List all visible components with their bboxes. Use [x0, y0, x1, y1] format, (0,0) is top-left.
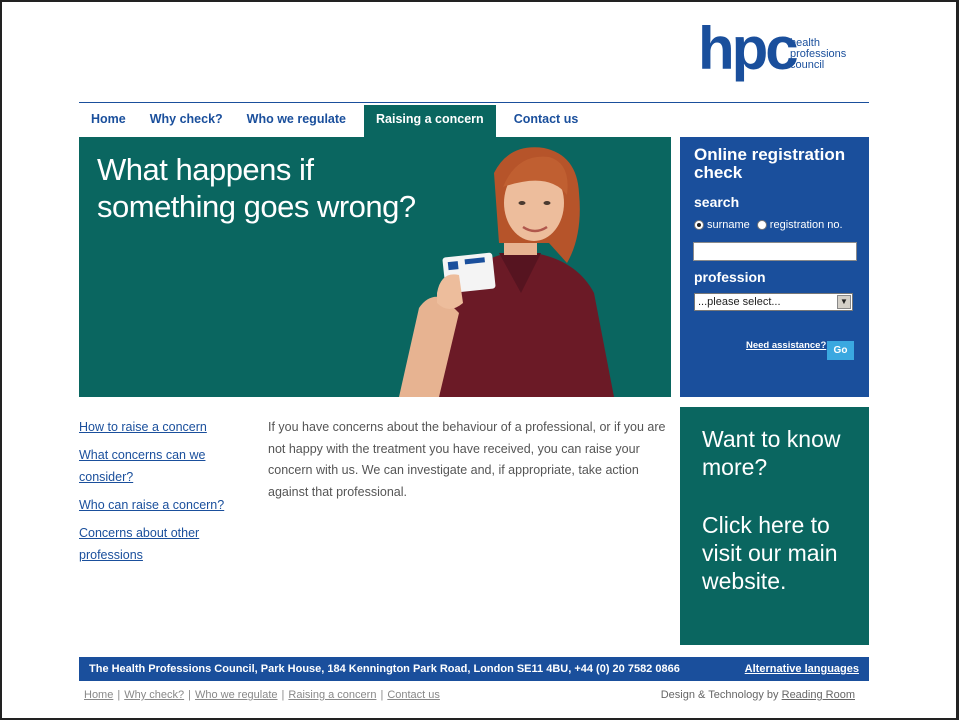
tab-contact-us[interactable]: Contact us — [502, 105, 591, 137]
logo-line-3: council — [790, 59, 825, 71]
profession-label: profession — [694, 269, 766, 285]
profession-select[interactable]: ...please select... ▼ — [694, 293, 853, 311]
search-label: search — [694, 194, 740, 210]
design-credit: Design & Technology by Reading Room — [661, 689, 855, 701]
profession-selected-value: ...please select... — [698, 296, 781, 308]
tab-home[interactable]: Home — [79, 105, 138, 137]
main-website-promo[interactable]: Want to know more? Click here to visit o… — [680, 407, 869, 645]
logo-mark: hpc — [698, 15, 799, 82]
link-who-can-raise[interactable]: Who can raise a concern? — [79, 494, 249, 516]
promo-line-2: Click here to visit our main website. — [702, 512, 838, 594]
hero-line-1: What happens if — [97, 152, 314, 187]
surname-radio-label: surname — [707, 219, 750, 231]
search-input[interactable] — [693, 242, 857, 261]
side-links: How to raise a concern What concerns can… — [79, 416, 249, 572]
footer-link-who-we-regulate[interactable]: Who we regulate — [191, 689, 282, 701]
reading-room-link[interactable]: Reading Room — [782, 689, 855, 701]
hero-line-2: something goes wrong? — [97, 189, 416, 224]
footer-link-raising-a-concern[interactable]: Raising a concern — [284, 689, 380, 701]
footer-link-contact-us[interactable]: Contact us — [383, 689, 444, 701]
surname-radio[interactable] — [694, 220, 704, 230]
tab-why-check[interactable]: Why check? — [138, 105, 235, 137]
link-how-to-raise-a-concern[interactable]: How to raise a concern — [79, 416, 249, 438]
footer-address: The Health Professions Council, Park Hou… — [89, 663, 680, 675]
header-divider — [79, 102, 869, 103]
footer-link-home[interactable]: Home — [84, 689, 117, 701]
page-frame: hpc health professions council Home Why … — [0, 0, 959, 720]
footer-link-why-check[interactable]: Why check? — [120, 689, 188, 701]
search-type-radios: surname registration no. — [694, 219, 855, 231]
tab-raising-a-concern[interactable]: Raising a concern — [364, 105, 496, 137]
tab-who-we-regulate[interactable]: Who we regulate — [235, 105, 358, 137]
link-other-professions[interactable]: Concerns about other professions — [79, 522, 249, 566]
footer-links: Home | Why check? | Who we regulate | Raisi… — [84, 689, 444, 701]
link-what-concerns[interactable]: What concerns can we consider? — [79, 444, 249, 488]
promo-line-1: Want to know more? — [702, 426, 841, 480]
intro-paragraph: If you have concerns about the behaviour… — [268, 420, 666, 499]
hero-heading: What happens if something goes wrong? — [97, 151, 416, 225]
credit-prefix: Design & Technology by — [660, 689, 779, 701]
need-assistance-link[interactable]: Need assistance? — [746, 340, 826, 351]
alternative-languages-link[interactable]: Alternative languages — [745, 657, 859, 681]
registration-no-radio[interactable] — [756, 220, 767, 230]
chevron-down-icon[interactable]: ▼ — [837, 295, 851, 309]
hpc-logo[interactable]: hpc health professions council — [698, 16, 868, 88]
footer-bar: The Health Professions Council, Park Hou… — [79, 657, 869, 681]
registration-check-panel: Online registration check search surname… — [680, 137, 869, 397]
logo-words: health professions council — [790, 38, 846, 71]
registration-no-radio-label: registration no. — [769, 219, 843, 231]
main-nav: Home Why check? Who we regulate Raising … — [79, 105, 590, 137]
go-button[interactable]: Go — [827, 341, 854, 360]
person-holding-card-image — [399, 147, 614, 397]
registration-title: Online registration check — [694, 145, 846, 182]
hero-banner: What happens if something goes wrong? — [79, 137, 671, 397]
